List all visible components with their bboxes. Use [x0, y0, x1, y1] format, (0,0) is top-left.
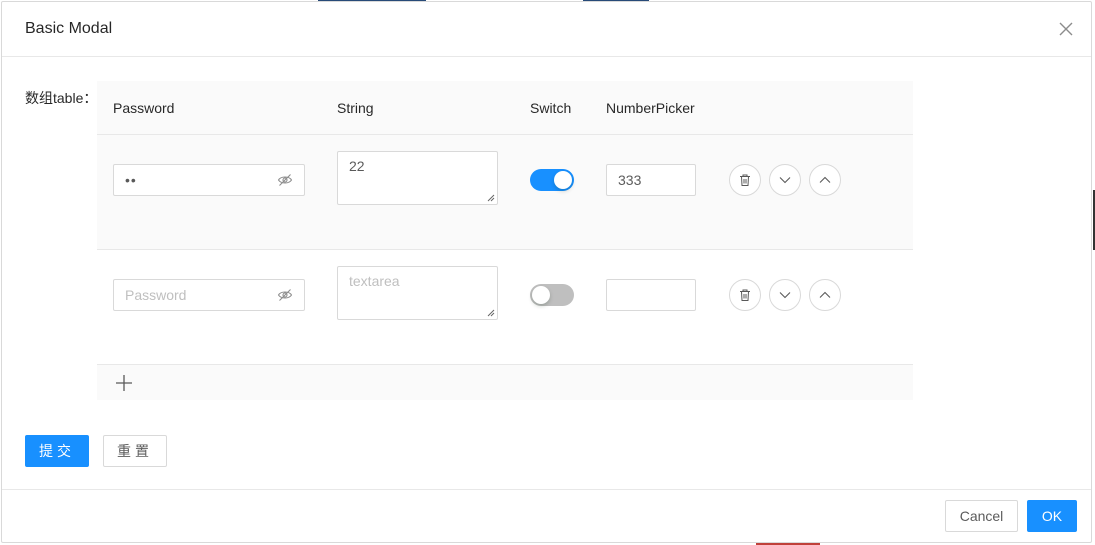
- table-header: Password String Switch NumberPicker: [97, 81, 913, 135]
- cancel-button[interactable]: Cancel: [945, 500, 1018, 532]
- modal-header: Basic Modal: [2, 2, 1091, 57]
- delete-row-button[interactable]: [729, 279, 761, 311]
- delete-icon: [740, 289, 750, 301]
- number-picker-input[interactable]: 333: [606, 164, 696, 196]
- submit-button[interactable]: 提交: [25, 435, 89, 467]
- switch-knob: [532, 286, 550, 304]
- column-header-password: Password: [113, 100, 175, 116]
- chevron-down-icon: [779, 292, 791, 299]
- resize-grip-icon[interactable]: [487, 194, 495, 202]
- modal-title: Basic Modal: [25, 20, 113, 37]
- eye-invisible-icon[interactable]: [277, 172, 293, 188]
- toggle-switch[interactable]: [530, 284, 574, 306]
- plus-icon[interactable]: [115, 374, 133, 392]
- column-header-numberpicker: NumberPicker: [606, 100, 695, 116]
- array-table: Password String Switch NumberPicker •• 2…: [97, 81, 913, 400]
- add-row-bar[interactable]: [97, 365, 913, 400]
- string-textarea[interactable]: 22: [337, 151, 498, 205]
- resize-grip-icon[interactable]: [487, 309, 495, 317]
- delete-row-button[interactable]: [729, 164, 761, 196]
- password-value: ••: [125, 172, 137, 188]
- password-placeholder: Password: [125, 287, 187, 303]
- close-icon[interactable]: [1055, 18, 1077, 40]
- delete-icon: [740, 174, 750, 186]
- move-up-button[interactable]: [809, 279, 841, 311]
- password-input[interactable]: ••: [113, 164, 305, 196]
- eye-invisible-icon[interactable]: [277, 287, 293, 303]
- chevron-down-icon: [779, 177, 791, 184]
- password-input[interactable]: Password: [113, 279, 305, 311]
- form-label: 数组table：: [25, 90, 98, 106]
- table-row: Password textarea: [97, 250, 913, 365]
- ok-button[interactable]: OK: [1027, 500, 1077, 532]
- table-row: •• 22 333: [97, 135, 913, 250]
- modal-dialog: Basic Modal 数组table： Password String Swi…: [1, 1, 1092, 543]
- modal-footer: Cancel OK: [2, 489, 1091, 542]
- column-header-string: String: [337, 100, 374, 116]
- column-header-switch: Switch: [530, 100, 572, 116]
- chevron-up-icon: [819, 176, 831, 183]
- reset-button[interactable]: 重置: [103, 435, 167, 467]
- switch-knob: [554, 171, 572, 189]
- move-up-button[interactable]: [809, 164, 841, 196]
- move-down-button[interactable]: [769, 164, 801, 196]
- textarea-placeholder: textarea: [349, 273, 400, 289]
- modal-body: 数组table： Password String Switch NumberPi…: [2, 57, 1091, 491]
- textarea-value: 22: [349, 158, 365, 174]
- number-picker-input[interactable]: [606, 279, 696, 311]
- chevron-up-icon: [819, 291, 831, 298]
- toggle-switch[interactable]: [530, 169, 574, 191]
- string-textarea[interactable]: textarea: [337, 266, 498, 320]
- move-down-button[interactable]: [769, 279, 801, 311]
